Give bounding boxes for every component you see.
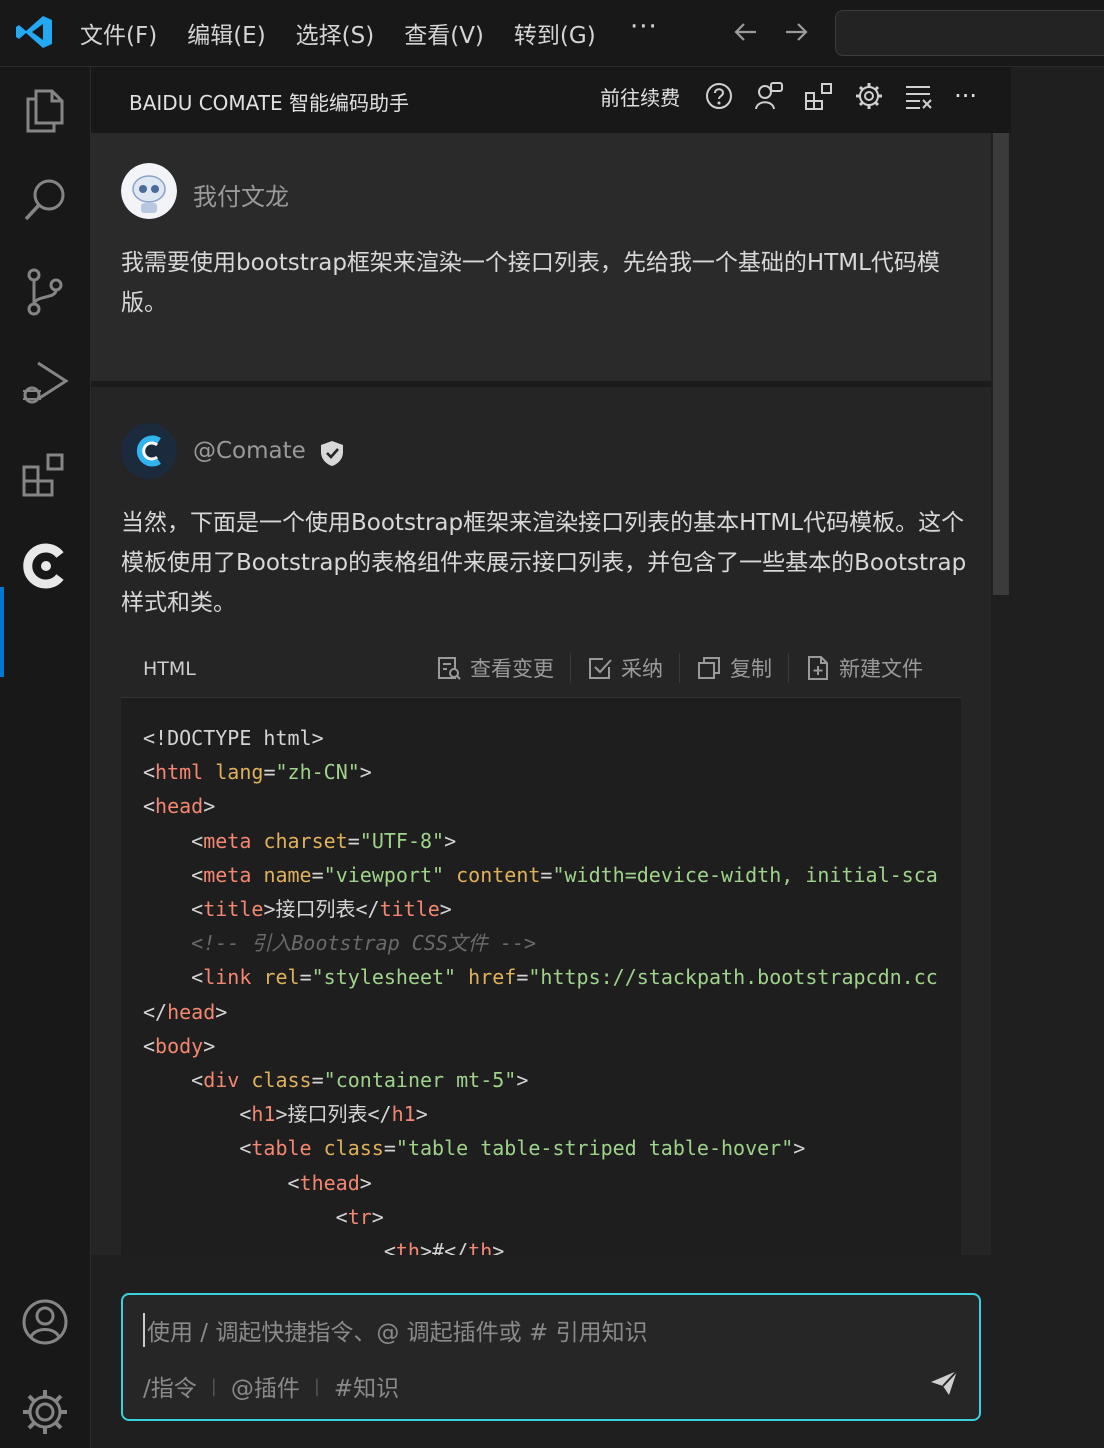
active-view-indicator	[0, 587, 4, 677]
menu-go[interactable]: 转到(G)	[514, 16, 596, 50]
menu-more-button[interactable]: ···	[630, 12, 658, 42]
chat-input-placeholder: 使用 / 调起快捷指令、@ 调起插件或 # 引用知识	[143, 1313, 648, 1347]
plugins-icon[interactable]	[804, 81, 834, 111]
gear-icon[interactable]	[20, 1387, 70, 1437]
explorer-icon[interactable]	[20, 85, 70, 135]
title-bar: 文件(F) 编辑(E) 选择(S) 查看(V) 转到(G) ···	[0, 0, 1104, 67]
user-message: 我付文龙 我需要使用bootstrap框架来渲染一个接口列表，先给我一个基础的H…	[91, 133, 991, 381]
renew-link[interactable]: 前往续费	[600, 82, 680, 111]
scrollbar-thumb[interactable]	[993, 133, 1009, 595]
plugin-shortcut[interactable]: @插件	[231, 1369, 300, 1403]
copy-button[interactable]: 复制	[679, 653, 788, 683]
view-changes-icon	[438, 657, 461, 680]
copy-label: 复制	[730, 657, 772, 681]
view-changes-label: 查看变更	[470, 657, 554, 681]
account-chat-icon[interactable]	[754, 81, 784, 111]
account-icon[interactable]	[20, 1297, 70, 1347]
view-changes-button[interactable]: 查看变更	[420, 653, 570, 683]
panel-actions: 前往续费 ···	[600, 81, 981, 111]
new-file-label: 新建文件	[839, 657, 923, 681]
command-shortcut[interactable]: /指令	[143, 1369, 197, 1403]
code-block-header: HTML 查看变更 采纳 复制 新建文件	[121, 643, 961, 698]
source-control-icon[interactable]	[20, 267, 70, 317]
accept-button[interactable]: 采纳	[570, 653, 679, 683]
panel-title: BAIDU COMATE 智能编码助手	[129, 91, 409, 115]
menu-file[interactable]: 文件(F)	[80, 16, 157, 50]
comate-icon[interactable]	[20, 541, 70, 591]
bot-message-text: 当然，下面是一个使用Bootstrap框架来渲染接口列表的基本HTML代码模板。…	[121, 510, 967, 616]
menu-edit[interactable]: 编辑(E)	[187, 16, 265, 50]
user-avatar	[121, 163, 177, 219]
settings-icon[interactable]	[854, 81, 884, 111]
search-icon[interactable]	[20, 175, 70, 225]
menu-view[interactable]: 查看(V)	[404, 16, 484, 50]
arrow-right-icon[interactable]	[782, 18, 810, 46]
code-content[interactable]: <!DOCTYPE html> <html lang="zh-CN"> <hea…	[143, 721, 938, 1255]
arrow-left-icon[interactable]	[732, 18, 760, 46]
message-divider	[91, 381, 991, 387]
clear-list-icon[interactable]	[904, 81, 934, 111]
chat-scrollbar[interactable]	[991, 133, 1011, 1255]
run-debug-icon[interactable]	[20, 357, 70, 407]
separator: |	[313, 1375, 320, 1397]
user-message-text: 我需要使用bootstrap框架来渲染一个接口列表，先给我一个基础的HTML代码…	[121, 250, 940, 316]
code-actions: 查看变更 采纳 复制 新建文件	[420, 653, 939, 683]
knowledge-shortcut[interactable]: #知识	[334, 1369, 399, 1403]
panel-more-button[interactable]: ···	[954, 82, 977, 110]
extensions-icon[interactable]	[20, 449, 70, 499]
separator: |	[210, 1375, 217, 1397]
panel-header: BAIDU COMATE 智能编码助手 前往续费 ···	[91, 67, 1011, 133]
user-name: 我付文龙	[193, 183, 289, 211]
code-language-label: HTML	[143, 658, 196, 680]
copy-icon	[698, 657, 720, 679]
send-icon[interactable]	[929, 1369, 959, 1397]
check-box-icon	[589, 658, 612, 679]
input-tools: /指令 | @插件 | #知识	[143, 1369, 399, 1403]
comate-avatar	[121, 423, 177, 479]
menu-selection[interactable]: 选择(S)	[296, 16, 375, 50]
vscode-logo-icon	[16, 16, 52, 48]
menu-bar: 文件(F) 编辑(E) 选择(S) 查看(V) 转到(G)	[80, 16, 596, 50]
command-center-search[interactable]	[835, 10, 1104, 56]
help-icon[interactable]	[704, 81, 734, 111]
activity-bar	[0, 67, 91, 1448]
input-area: 使用 / 调起快捷指令、@ 调起插件或 # 引用知识 /指令 | @插件 | #…	[91, 1255, 1011, 1448]
chat-input[interactable]: 使用 / 调起快捷指令、@ 调起插件或 # 引用知识 /指令 | @插件 | #…	[121, 1293, 981, 1421]
chat-panel: 我付文龙 我需要使用bootstrap框架来渲染一个接口列表，先给我一个基础的H…	[91, 133, 991, 1255]
new-file-icon	[808, 656, 828, 680]
code-block: HTML 查看变更 采纳 复制 新建文件 <!DOCTYPE html> <ht…	[121, 643, 961, 1255]
shield-check-icon	[321, 441, 343, 466]
bot-name: @Comate	[193, 438, 306, 464]
accept-label: 采纳	[621, 657, 663, 681]
new-file-button[interactable]: 新建文件	[788, 653, 939, 683]
